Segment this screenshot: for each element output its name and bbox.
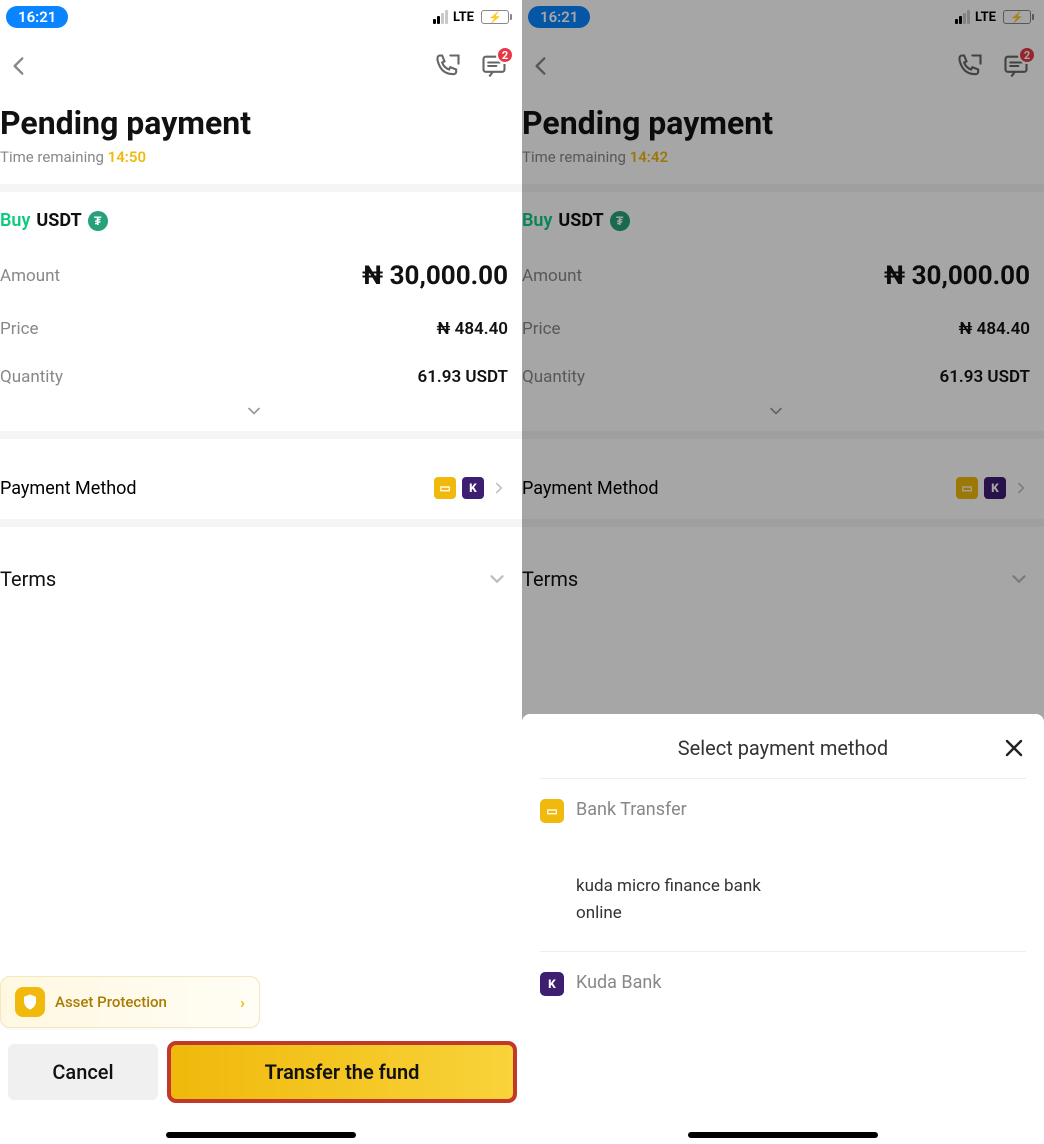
payment-option-kuda[interactable]: K Kuda Bank (540, 952, 1026, 1016)
home-indicator[interactable] (688, 1132, 878, 1138)
payment-method-row[interactable]: Payment Method ▭ K (0, 457, 508, 519)
chevron-down-icon (486, 568, 508, 590)
asset-symbol: USDT (36, 210, 81, 231)
price-value: ₦ 484.40 (437, 319, 508, 339)
bank-name: kuda micro finance bank (576, 873, 1026, 900)
bank-transfer-label: Bank Transfer (576, 799, 687, 820)
status-bar: 16:21 LTE ⚡ (0, 0, 522, 32)
asset-protection-banner[interactable]: Asset Protection › (0, 976, 260, 1028)
usdt-icon: ₮ (88, 211, 108, 231)
network-label: LTE (453, 10, 474, 25)
bank-transfer-icon: ▭ (434, 477, 456, 499)
chevron-right-icon (490, 479, 508, 497)
call-icon[interactable] (434, 52, 462, 80)
chat-icon[interactable]: 2 (480, 52, 508, 80)
amount-value: ₦ 30,000.00 (362, 261, 508, 291)
signal-icon (433, 10, 448, 24)
bank-transfer-icon: ▭ (540, 799, 564, 823)
amount-label: Amount (0, 266, 60, 286)
chevron-right-icon: › (240, 993, 245, 1012)
back-button[interactable] (6, 53, 32, 79)
quantity-value: 61.93 USDT (418, 367, 509, 387)
close-button[interactable] (1002, 736, 1026, 764)
time-remaining-value: 14:50 (108, 148, 146, 166)
asset-protection-label: Asset Protection (55, 993, 230, 1011)
transfer-fund-button[interactable]: Transfer the fund (170, 1044, 514, 1100)
terms-row[interactable]: Terms (0, 545, 508, 613)
buy-label: Buy (0, 210, 30, 231)
price-label: Price (0, 319, 39, 339)
terms-label: Terms (0, 567, 56, 591)
quantity-label: Quantity (0, 367, 63, 387)
bank-transfer-details: kuda micro finance bank online (540, 843, 1026, 952)
battery-icon: ⚡ (481, 10, 512, 24)
time-remaining: Time remaining 14:50 (0, 148, 522, 166)
status-time: 16:21 (6, 6, 68, 28)
bank-channel: online (576, 900, 1026, 927)
time-remaining-label: Time remaining (0, 148, 104, 166)
shield-icon (15, 987, 45, 1017)
modal-title: Select payment method (678, 736, 888, 760)
kuda-icon: K (540, 972, 564, 996)
payment-method-label: Payment Method (0, 478, 137, 499)
page-title: Pending payment (0, 104, 522, 142)
cancel-button[interactable]: Cancel (8, 1044, 158, 1100)
expand-details-button[interactable] (0, 401, 508, 431)
home-indicator[interactable] (166, 1132, 356, 1138)
kuda-label: Kuda Bank (576, 972, 662, 993)
status-icons: LTE ⚡ (433, 10, 512, 25)
payment-method-modal: Select payment method ▭ Bank Transfer ku… (522, 714, 1044, 1144)
payment-option-bank-transfer[interactable]: ▭ Bank Transfer (540, 779, 1026, 843)
kuda-icon: K (462, 477, 484, 499)
chat-badge: 2 (496, 46, 514, 64)
